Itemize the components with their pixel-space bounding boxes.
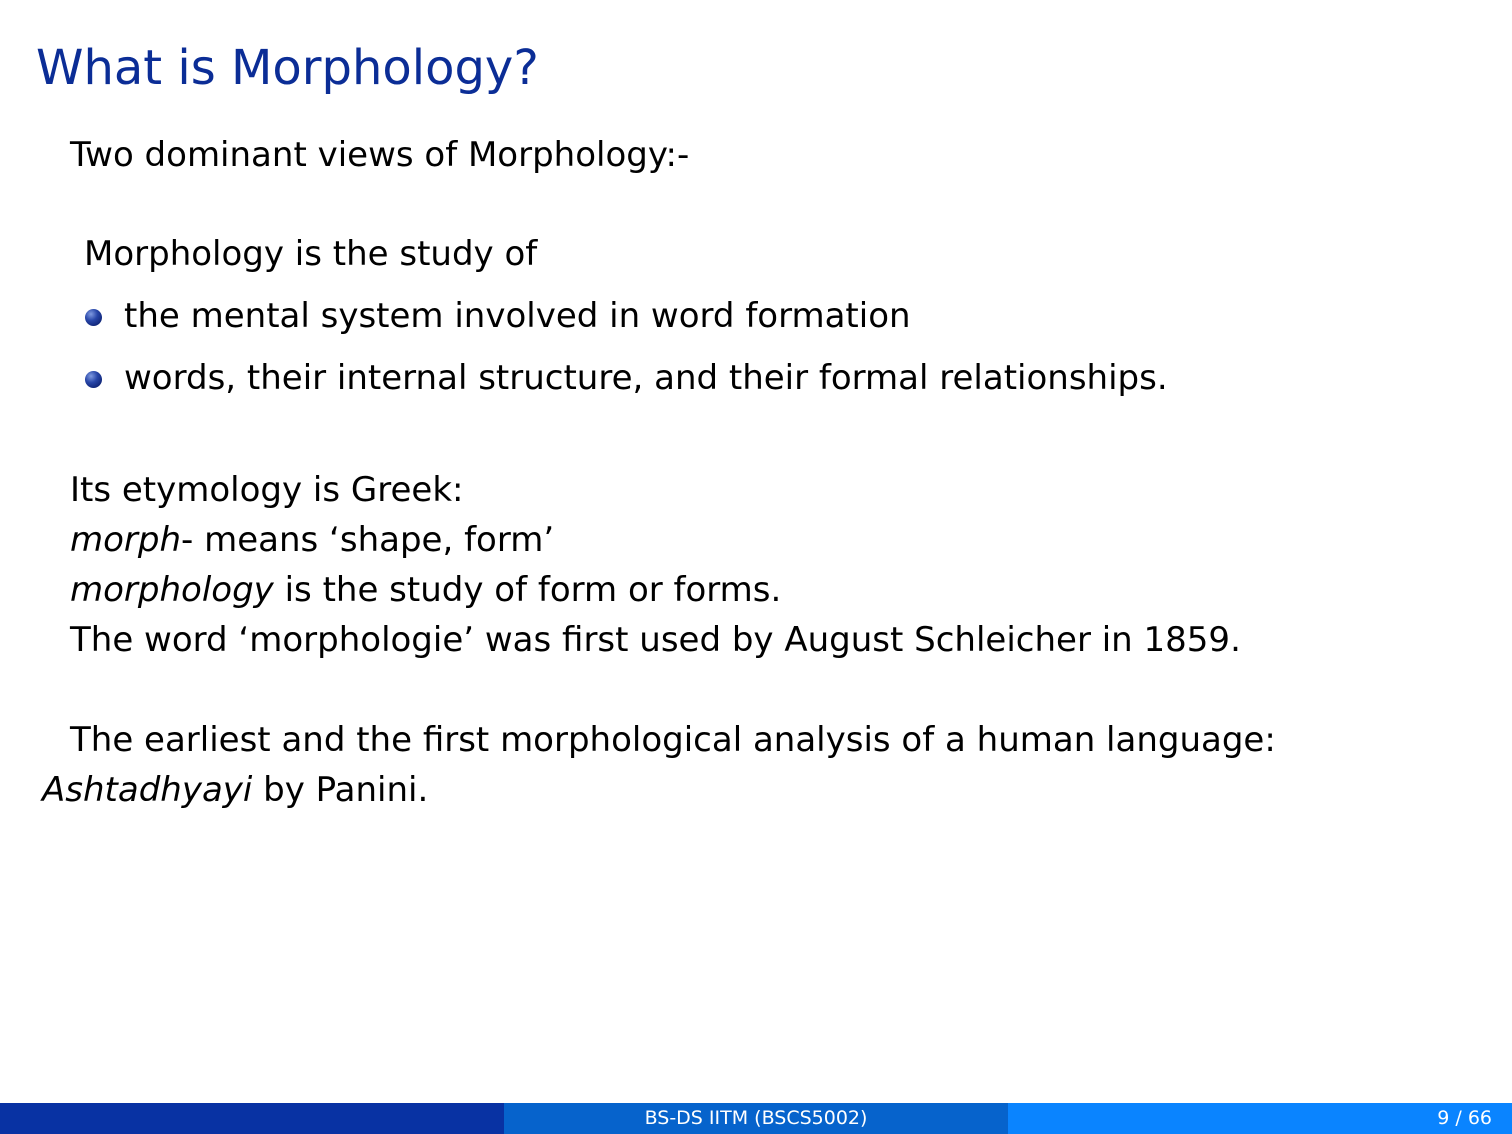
slide-title: What is Morphology? (36, 40, 539, 96)
definition-list: the mental system involved in word forma… (84, 294, 1168, 418)
earliest-line-2-rest: by Panini. (252, 770, 429, 810)
bullet-text: the mental system involved in word forma… (124, 296, 911, 336)
earliest-line-1: The earliest and the first morphological… (70, 720, 1276, 760)
list-item: words, their internal structure, and the… (84, 356, 1168, 418)
etymology-line-3-rest: is the study of form or forms. (273, 570, 782, 610)
term-morphology: morphology (70, 570, 274, 610)
page-number: 9 / 66 (1437, 1107, 1492, 1129)
work-title: Ashtadhyayi (42, 770, 253, 810)
bullet-icon (85, 309, 102, 326)
footer-left (0, 1103, 504, 1134)
etymology-line-4: The word ‘morphologie’ was first used by… (70, 620, 1241, 660)
footer-course-label: BS-DS IITM (BSCS5002) (504, 1103, 1008, 1134)
study-lead-text: Morphology is the study of (84, 234, 538, 274)
intro-text: Two dominant views of Morphology:- (70, 135, 690, 175)
footer-bar: BS-DS IITM (BSCS5002) 9 / 66 (0, 1103, 1512, 1134)
list-item: the mental system involved in word forma… (84, 294, 1168, 356)
etymology-line-1: Its etymology is Greek: (70, 470, 464, 510)
bullet-text: words, their internal structure, and the… (124, 358, 1168, 398)
bullet-icon (85, 371, 102, 388)
etymology-line-2-rest: - means ‘shape, form’ (181, 520, 555, 560)
etymology-line-3: morphology is the study of form or forms… (70, 568, 781, 612)
footer-right: 9 / 66 (1008, 1103, 1512, 1134)
etymology-line-2: morph- means ‘shape, form’ (70, 518, 554, 562)
term-morph: morph (70, 520, 182, 560)
earliest-line-2: Ashtadhyayi by Panini. (42, 768, 428, 812)
